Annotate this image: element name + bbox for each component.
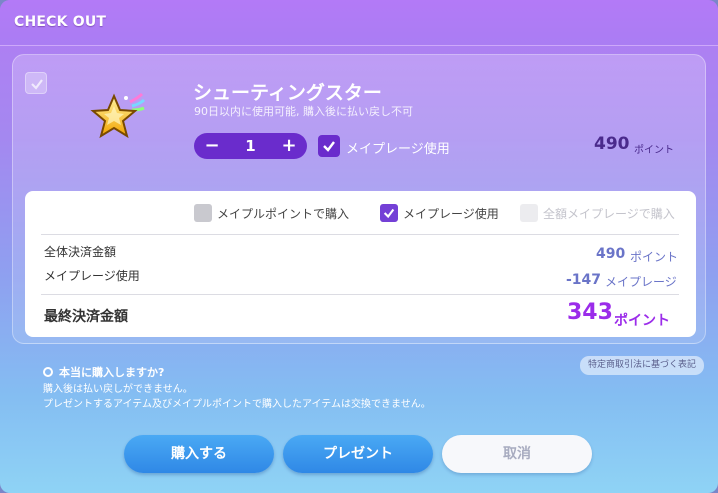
purchase-button[interactable]: 購入する	[124, 435, 274, 473]
final-amount-label: 最終決済金額	[44, 309, 128, 325]
item-price: 490	[594, 134, 630, 154]
window-title: CHECK OUT	[14, 14, 107, 30]
title-bar: CHECK OUT	[0, 0, 718, 46]
final-amount-unit: ポイント	[614, 313, 670, 329]
refund-note: 購入後は払い戻しができません。	[43, 384, 193, 395]
option-mapleplay[interactable]: メイプレージ使用	[380, 204, 499, 222]
checkbox[interactable]	[520, 204, 538, 222]
divider	[41, 294, 679, 295]
legal-notice-link[interactable]: 特定商取引法に基づく表記	[580, 356, 704, 375]
quantity-stepper[interactable]: − 1 +	[194, 133, 307, 159]
checkbox[interactable]	[380, 204, 398, 222]
present-button[interactable]: プレゼント	[283, 435, 433, 473]
mapleplay-usage-value: -147	[566, 272, 602, 288]
divider	[41, 234, 679, 235]
option-label: メイプルポイントで購入	[217, 206, 350, 221]
option-full-mapleplay[interactable]: 全額メイプレージで購入	[520, 204, 675, 222]
star-icon	[86, 88, 148, 150]
item-description: 90日以内に使用可能, 購入後に払い戻し不可	[194, 105, 413, 118]
plus-button[interactable]: +	[279, 133, 299, 159]
confirm-question-text: 本当に購入しますか?	[59, 366, 165, 379]
cancel-button[interactable]: 取消	[442, 435, 592, 473]
minus-button[interactable]: −	[202, 133, 222, 159]
mapleplay-usage-label: メイプレージ使用	[44, 269, 140, 283]
option-label: メイプレージ使用	[403, 206, 499, 221]
exchange-note: プレゼントするアイテム及びメイプルポイントで購入したアイテムは交換できません。	[43, 399, 431, 410]
diamond-icon	[43, 367, 53, 377]
item-price-unit: ポイント	[634, 145, 674, 156]
checkout-window: CHECK OUT シューティングスター 90日以内に使用可能, 購入後に払い戻…	[0, 0, 718, 493]
option-maple-points[interactable]: メイプルポイントで購入	[194, 204, 349, 222]
item-name: シューティングスター	[193, 83, 382, 104]
item-mapleplay-checkbox[interactable]	[318, 135, 340, 157]
item-select-checkbox[interactable]	[25, 72, 47, 94]
item-mapleplay-label: メイプレージ使用	[346, 142, 450, 157]
total-value: 490	[596, 246, 626, 262]
final-amount-value: 343	[567, 300, 613, 325]
option-label: 全額メイプレージで購入	[543, 206, 675, 221]
confirm-question: 本当に購入しますか?	[43, 364, 164, 380]
mapleplay-usage-unit: メイプレージ	[605, 275, 677, 289]
quantity-value: 1	[245, 137, 256, 155]
checkbox[interactable]	[194, 204, 212, 222]
total-label: 全体決済金額	[44, 245, 117, 259]
total-unit: ポイント	[630, 250, 679, 264]
